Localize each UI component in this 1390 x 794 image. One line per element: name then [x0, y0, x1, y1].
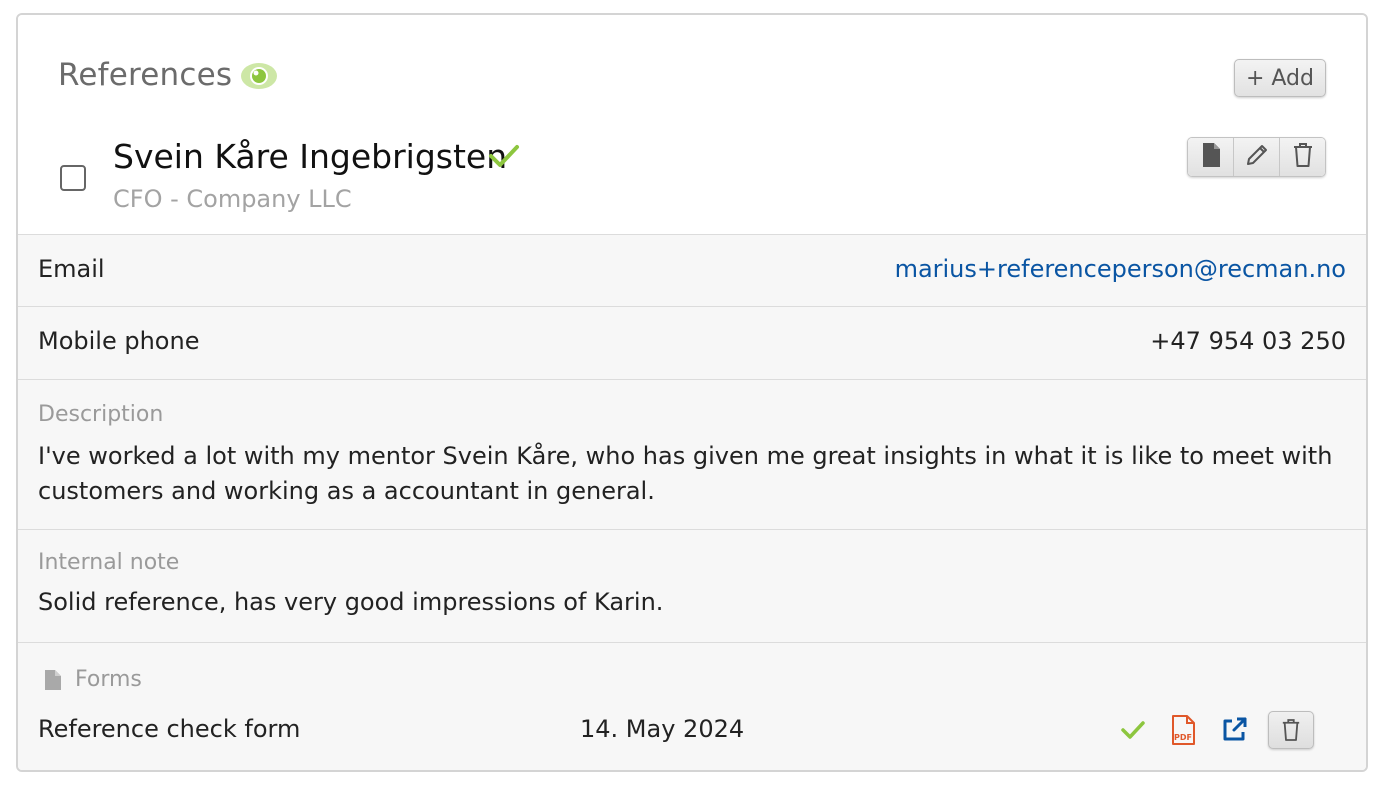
reference-select-checkbox[interactable] [60, 165, 86, 191]
email-row: Email marius+referenceperson@recman.no [18, 234, 1366, 306]
eye-icon[interactable] [240, 61, 278, 95]
svg-text:PDF: PDF [1174, 733, 1192, 742]
description-text: I've worked a lot with my mentor Svein K… [38, 442, 1333, 505]
delete-button[interactable] [1280, 138, 1325, 176]
pencil-icon [1244, 142, 1270, 172]
internal-note-row: Internal note Solid reference, has very … [18, 529, 1366, 642]
delete-form-button[interactable] [1268, 711, 1314, 749]
form-actions: PDF [1120, 711, 1314, 749]
form-name[interactable]: Reference check form [38, 715, 300, 743]
reference-name: Svein Kåre Ingebrigsten [113, 137, 508, 176]
reference-actions [1187, 137, 1326, 177]
external-link-icon[interactable] [1220, 716, 1248, 744]
internal-note-label: Internal note [38, 550, 180, 575]
add-reference-button[interactable]: + Add [1233, 59, 1326, 97]
forms-row: Forms Reference check form 14. May 2024 … [18, 642, 1366, 770]
internal-note-text: Solid reference, has very good impressio… [38, 588, 664, 616]
file-button[interactable] [1188, 138, 1234, 176]
email-label: Email [38, 255, 105, 283]
references-card: References + Add Svein Kåre Ingebrigsten… [16, 13, 1368, 772]
trash-icon [1281, 718, 1301, 742]
reference-subtitle: CFO - Company LLC [113, 185, 352, 213]
pdf-icon[interactable]: PDF [1170, 715, 1198, 745]
forms-label: Forms [75, 667, 142, 692]
check-icon [1120, 719, 1146, 741]
check-icon [488, 143, 520, 173]
description-label: Description [38, 402, 164, 427]
file-icon [1201, 142, 1221, 172]
forms-file-icon [44, 669, 62, 695]
edit-button[interactable] [1234, 138, 1280, 176]
section-title: References [58, 57, 233, 93]
trash-icon [1292, 142, 1314, 172]
email-link[interactable]: marius+referenceperson@recman.no [895, 255, 1346, 283]
form-date: 14. May 2024 [580, 715, 745, 743]
references-header: References + Add Svein Kåre Ingebrigsten… [18, 15, 1366, 235]
phone-label: Mobile phone [38, 327, 200, 355]
phone-row: Mobile phone +47 954 03 250 [18, 306, 1366, 379]
description-row: Description I've worked a lot with my me… [18, 379, 1366, 529]
phone-value: +47 954 03 250 [1150, 327, 1346, 355]
